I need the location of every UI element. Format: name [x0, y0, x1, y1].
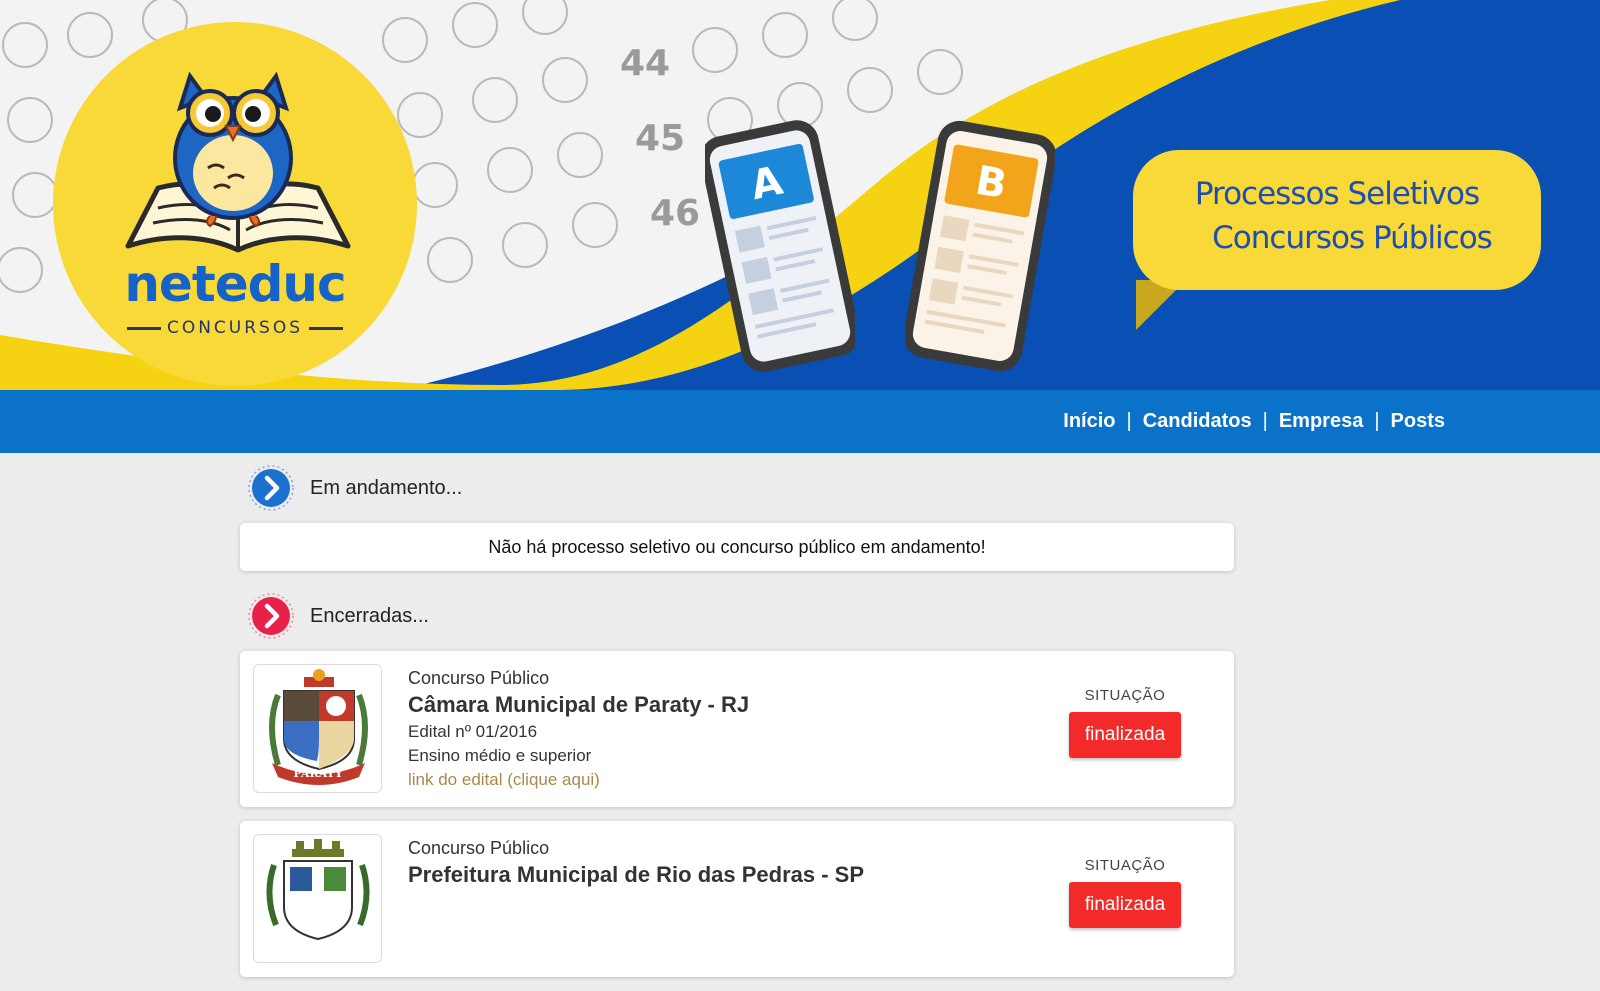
contest-card: PARATY Concurso Público Câmara Municipal…: [240, 651, 1234, 807]
nav-link-candidatos[interactable]: Candidatos: [1143, 410, 1252, 433]
nav-separator: |: [1374, 410, 1380, 432]
contest-title: Câmara Municipal de Paraty - RJ: [408, 692, 750, 717]
answer-number-44: 44: [620, 43, 670, 84]
paraty-crest-icon: PARATY: [269, 669, 368, 785]
contest-status: SITUAÇÃO finalizada: [1068, 857, 1182, 928]
status-badge: finalizada: [1069, 712, 1181, 758]
answer-number-46: 46: [650, 193, 700, 234]
section-closed-heading: Encerradas...: [240, 581, 1234, 651]
contest-status: SITUAÇÃO finalizada: [1068, 687, 1182, 758]
chevron-right-red-icon: [248, 593, 294, 639]
section-ongoing-heading: Em andamento...: [240, 453, 1234, 523]
contest-info: Concurso Público Câmara Municipal de Par…: [408, 667, 749, 792]
phone-b-icon: B: [905, 120, 1055, 372]
speech-line-2: Concursos Públicos: [1212, 220, 1493, 256]
chevron-right-blue-icon: [248, 465, 294, 511]
contest-info: Concurso Público Prefeitura Municipal de…: [408, 837, 864, 890]
main-nav: Início | Candidatos | Empresa | Posts: [1063, 390, 1445, 453]
contest-edital: Edital nº 01/2016: [408, 722, 538, 741]
svg-text:PARATY: PARATY: [293, 767, 342, 780]
speech-line-1: Processos Seletivos: [1194, 176, 1480, 212]
phone-a-icon: A: [705, 120, 855, 372]
rio-das-pedras-crest-icon: [266, 839, 370, 941]
main-content: Em andamento... Não há processo seletivo…: [240, 453, 1234, 991]
answer-number-45: 45: [635, 118, 685, 159]
contest-type: Concurso Público: [408, 668, 550, 688]
brand-name: neteduc: [124, 255, 346, 313]
contest-crest-image: [253, 834, 382, 963]
section-closed-title: Encerradas...: [310, 604, 429, 627]
ongoing-empty-message: Não há processo seletivo ou concurso púb…: [240, 523, 1234, 571]
contest-crest-image: PARATY: [253, 664, 382, 793]
contest-type: Concurso Público: [408, 838, 550, 858]
contest-title: Prefeitura Municipal de Rio das Pedras -…: [408, 862, 865, 887]
contest-level: Ensino médio e superior: [408, 746, 592, 765]
status-label: SITUAÇÃO: [1084, 687, 1166, 704]
nav-separator: |: [1262, 410, 1268, 432]
nav-link-inicio[interactable]: Início: [1063, 410, 1115, 433]
nav-link-posts[interactable]: Posts: [1391, 410, 1445, 433]
contest-card: Concurso Público Prefeitura Municipal de…: [240, 821, 1234, 977]
nav-bar: Início | Candidatos | Empresa | Posts: [0, 390, 1600, 453]
contest-edital-link[interactable]: link do edital (clique aqui): [408, 768, 749, 792]
owl-logo-icon: [125, 71, 351, 253]
section-ongoing-title: Em andamento...: [310, 476, 463, 499]
header-banner: 44 45 46 neteduc CONCURSOS A B Processos…: [0, 0, 1600, 390]
status-label: SITUAÇÃO: [1084, 857, 1166, 874]
nav-link-empresa[interactable]: Empresa: [1279, 410, 1364, 433]
nav-separator: |: [1126, 410, 1132, 432]
status-badge: finalizada: [1069, 882, 1181, 928]
brand-subtitle: CONCURSOS: [53, 318, 417, 338]
